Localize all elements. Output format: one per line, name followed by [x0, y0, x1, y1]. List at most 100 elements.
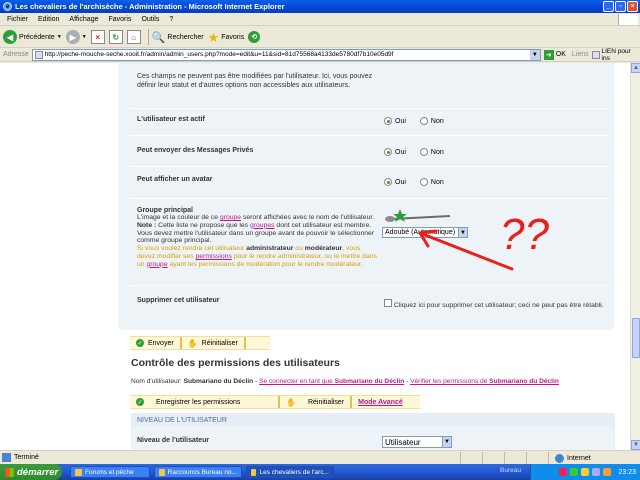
refresh-icon: ↻	[108, 30, 123, 44]
menu-favorites[interactable]: Favoris	[103, 16, 136, 23]
main-group-select[interactable]: Adoubé (Automatique) ▼	[382, 227, 468, 238]
delete-user-text: Cliquez ici pour supprimer cet utilisate…	[393, 302, 604, 309]
task-chevaliers[interactable]: Les chevaliers de l'arc...	[246, 466, 334, 478]
close-button[interactable]: ×	[627, 1, 638, 12]
system-tray: 23:23	[530, 464, 640, 480]
menu-file[interactable]: Fichier	[2, 16, 33, 23]
window-title: Les chevaliers de l'archisèche - Adminis…	[15, 2, 285, 11]
verify-link-text: Vérifier les permissions de	[410, 378, 490, 385]
globe-icon	[555, 453, 564, 463]
task-forums[interactable]: Forums et pêche	[70, 466, 150, 478]
address-dropdown-icon[interactable]: ▼	[529, 49, 540, 60]
taskbar: démarrer Forums et pêche Raccourcis Bure…	[0, 464, 640, 480]
clock: 23:23	[618, 468, 636, 476]
address-url: http://peche-mouche-seche.xooit.fr/admin…	[44, 51, 394, 58]
go-arrow-icon: ➜	[543, 49, 554, 60]
main-group-select-value: Adoubé (Automatique)	[385, 229, 456, 236]
task-label: Raccourcis Bureau no...	[167, 468, 237, 476]
warn-text: Si vous voulez rendre cet utilisateur	[137, 245, 247, 253]
delete-user-option: Cliquez ici pour supprimer cet utilisate…	[384, 299, 614, 310]
login-as-link[interactable]: Se connecter en tant que Submariano du D…	[259, 378, 404, 385]
active-yes-radio[interactable]	[384, 117, 392, 125]
stop-button[interactable]: ×	[90, 30, 105, 44]
advanced-mode-link[interactable]: Mode Avancé	[352, 396, 409, 408]
advanced-mode-label: Mode Avancé	[358, 398, 403, 406]
form-action-bar: ✓ Envoyer ✋ Réinitialiser	[130, 336, 270, 350]
group-link[interactable]: groupe	[220, 214, 241, 221]
verify-permissions-link[interactable]: Vérifier les permissions de Submariano d…	[410, 378, 559, 385]
history-button[interactable]: ⟲	[248, 31, 261, 43]
address-input[interactable]: http://peche-mouche-seche.xooit.fr/admin…	[31, 48, 541, 61]
task-raccourcis[interactable]: Raccourcis Bureau no...	[154, 466, 242, 478]
tray-icon[interactable]	[559, 468, 568, 476]
search-button[interactable]: 🔍 Rechercher	[152, 31, 204, 44]
chevron-down-icon: ▼	[442, 437, 451, 447]
home-button[interactable]: ⌂	[126, 30, 141, 44]
username-value: Submariano du Déclin	[183, 378, 254, 385]
menu-help[interactable]: ?	[164, 16, 178, 23]
links-label[interactable]: Liens	[572, 51, 589, 58]
start-button[interactable]: démarrer	[0, 464, 62, 480]
group-link-2[interactable]: groupe	[146, 261, 167, 268]
task-label: Les chevaliers de l'arc...	[259, 468, 329, 476]
favorites-button[interactable]: ★ Favoris	[208, 31, 245, 44]
pm-radio-group: Oui Non	[384, 148, 444, 156]
pm-yes-radio[interactable]	[384, 148, 392, 156]
delete-user-checkbox[interactable]	[384, 299, 392, 307]
back-label: Précédente	[19, 33, 55, 41]
menu-view[interactable]: Affichage	[64, 16, 103, 23]
send-label: Envoyer	[148, 339, 174, 347]
active-no-label: Non	[430, 117, 444, 125]
links-item-label: LIEN pour ins	[601, 47, 631, 62]
scroll-down-icon[interactable]: ▼	[631, 440, 640, 450]
groups-link[interactable]: groupes	[250, 222, 275, 229]
desktop-toolbar-label[interactable]: Bureau	[500, 467, 521, 474]
pm-label: Peut envoyer des Messages Privés	[137, 147, 254, 154]
warn-admin: administrateur	[246, 245, 294, 253]
page-icon	[34, 50, 43, 59]
tray-icon[interactable]	[603, 468, 612, 476]
avatar-no-radio[interactable]	[419, 178, 428, 186]
menu-edit[interactable]: Edition	[33, 16, 64, 23]
links-item[interactable]: LIEN pour ins	[591, 47, 640, 62]
minimize-button[interactable]: _	[603, 1, 614, 12]
history-icon: ⟲	[248, 31, 261, 43]
pm-no-radio[interactable]	[419, 148, 428, 156]
send-button[interactable]: ✓ Envoyer	[130, 337, 182, 349]
permissions-link[interactable]: permissions	[196, 253, 232, 260]
permissions-user-line: Nom d'utilisateur: Submariano du Déclin …	[131, 378, 559, 385]
permissions-action-bar: ✓ Enregistrer les permissions ✋ Réinitia…	[130, 395, 420, 409]
active-yes-label: Oui	[395, 117, 406, 125]
active-radio-group: Oui Non	[384, 117, 444, 125]
reset-permissions-label: Réinitialiser	[307, 398, 345, 406]
start-label: démarrer	[17, 466, 59, 478]
page-done-icon	[2, 453, 11, 462]
note-text: Cette liste ne propose que les	[156, 221, 250, 229]
vertical-scrollbar[interactable]: ▲ ▼	[630, 63, 640, 450]
user-level-label: Niveau de l'utilisateur	[137, 437, 210, 444]
tray-icon[interactable]	[570, 468, 579, 476]
pm-yes-label: Oui	[395, 148, 406, 156]
tray-icon[interactable]	[592, 468, 601, 476]
menu-tools[interactable]: Outils	[136, 16, 164, 23]
maximize-button[interactable]: ▫	[615, 1, 626, 12]
save-permissions-button[interactable]: ✓ Enregistrer les permissions	[130, 396, 280, 408]
reset-permissions-button[interactable]: ✋ Réinitialiser	[280, 396, 353, 408]
forward-arrow-icon: ▶	[65, 30, 80, 44]
user-level-select[interactable]: Utilisateur ▼	[382, 436, 452, 448]
refresh-button[interactable]: ↻	[108, 30, 123, 44]
reset-button[interactable]: ✋ Réinitialiser	[182, 337, 246, 349]
go-button[interactable]: ➜ OK	[543, 49, 566, 60]
avatar-radio-group: Oui Non	[384, 178, 444, 186]
tray-icon[interactable]	[581, 468, 590, 476]
ie-icon	[251, 468, 257, 476]
avatar-yes-radio[interactable]	[384, 178, 392, 186]
active-no-radio[interactable]	[419, 117, 428, 125]
scroll-thumb[interactable]	[632, 318, 640, 358]
user-level-section-header: NIVEAU DE L'UTILISATEUR	[131, 413, 615, 427]
scroll-up-icon[interactable]: ▲	[631, 63, 640, 73]
security-zone: Internet	[548, 452, 591, 464]
forward-button[interactable]: ▶ ▼	[65, 30, 87, 44]
page-content: Ces champs ne peuvent pas être modifiées…	[0, 63, 630, 450]
back-button[interactable]: ◀ Précédente ▼	[3, 30, 62, 44]
